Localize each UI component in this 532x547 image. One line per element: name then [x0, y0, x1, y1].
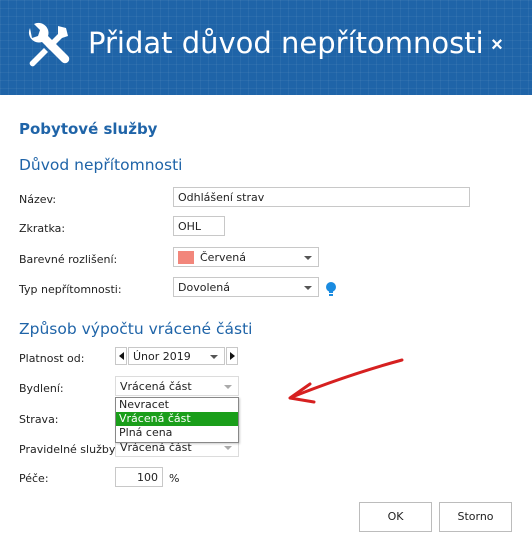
housing-select-value: Vrácená část	[120, 380, 192, 393]
close-button[interactable]: ×	[486, 34, 508, 56]
annotation-arrow	[288, 358, 404, 404]
food-label: Strava:	[19, 413, 59, 426]
care-unit: %	[169, 472, 180, 485]
cancel-button[interactable]: Storno	[439, 502, 512, 532]
lightbulb-icon[interactable]	[325, 281, 337, 297]
housing-dropdown-list: Nevracet Vrácená část Plná cena	[115, 397, 239, 443]
color-label: Barevné rozlišení:	[19, 253, 118, 266]
dialog-title: Přidat důvod nepřítomnosti	[88, 26, 484, 60]
valid-from-label: Platnost od:	[19, 352, 85, 365]
dropdown-option[interactable]: Nevracet	[116, 398, 238, 412]
housing-select[interactable]: Vrácená část	[115, 376, 239, 396]
prev-month-button[interactable]	[115, 347, 127, 365]
valid-from-select[interactable]: Únor 2019	[128, 347, 225, 365]
reason-heading: Důvod nepřítomnosti	[19, 156, 183, 174]
dropdown-option[interactable]: Plná cena	[116, 426, 238, 440]
housing-label: Bydlení:	[19, 382, 64, 395]
dropdown-option-selected[interactable]: Vrácená část	[116, 412, 238, 426]
dialog-header: Přidat důvod nepřítomnosti ×	[0, 0, 532, 95]
name-label: Název:	[19, 193, 57, 206]
ok-button[interactable]: OK	[359, 502, 432, 532]
short-label: Zkratka:	[19, 222, 66, 235]
regular-services-label: Pravidelné služby:	[19, 443, 119, 456]
type-select-value: Dovolená	[178, 281, 230, 294]
chevron-left-icon	[119, 352, 124, 360]
chevron-down-icon	[224, 446, 232, 450]
refund-heading: Způsob výpočtu vrácené části	[19, 320, 253, 338]
type-label: Typ nepřítomnosti:	[19, 283, 122, 296]
chevron-down-icon	[304, 256, 312, 260]
next-month-button[interactable]	[226, 347, 238, 365]
chevron-down-icon	[304, 286, 312, 290]
section-title: Pobytové služby	[19, 120, 158, 138]
care-field[interactable]: 100	[115, 467, 163, 487]
chevron-down-icon	[224, 385, 232, 389]
valid-from-value: Únor 2019	[133, 350, 191, 363]
tools-icon	[28, 22, 70, 67]
color-swatch	[178, 251, 194, 264]
color-select-value: Červená	[200, 251, 246, 264]
chevron-down-icon	[210, 355, 218, 359]
type-select[interactable]: Dovolená	[173, 277, 319, 297]
name-field[interactable]: Odhlášení strav	[173, 187, 470, 207]
chevron-right-icon	[230, 352, 235, 360]
short-field[interactable]: OHL	[173, 216, 225, 236]
care-label: Péče:	[19, 472, 49, 485]
color-select[interactable]: Červená	[173, 247, 319, 267]
